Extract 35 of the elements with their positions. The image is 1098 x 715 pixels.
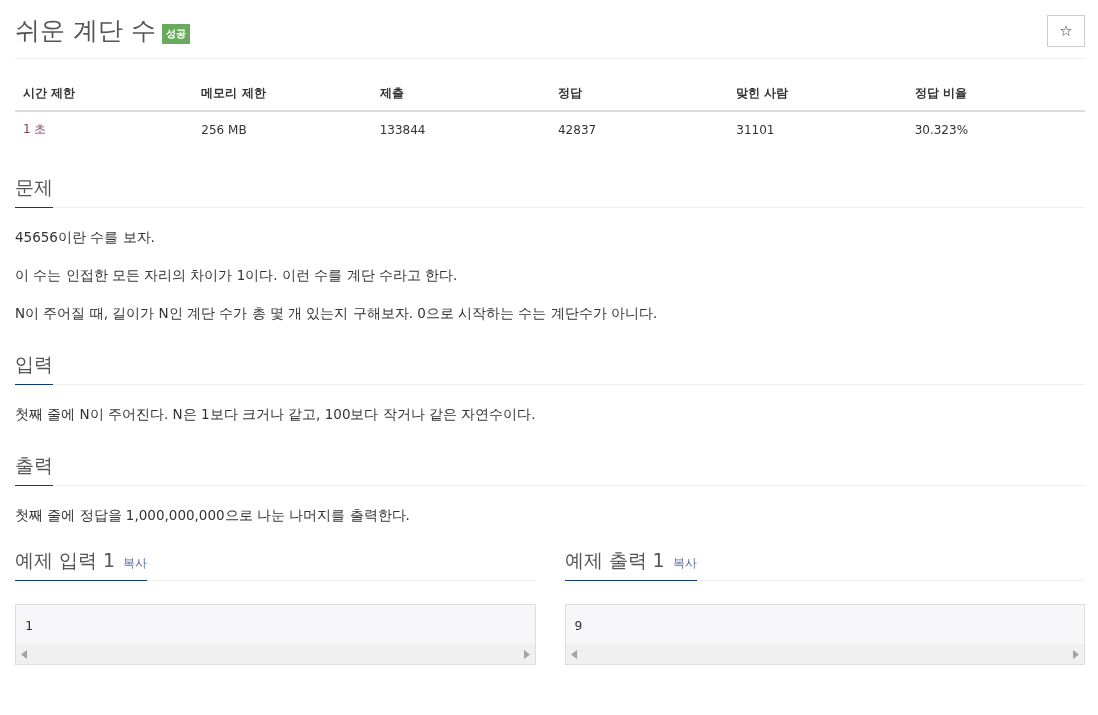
table-cell: 1 초 [15, 111, 194, 147]
star-button[interactable]: ☆ [1047, 14, 1085, 47]
paragraph: 첫째 줄에 N이 주어진다. N은 1보다 크거나 같고, 100보다 작거나 같은 자연수이다. [15, 405, 537, 423]
column-header: 맞힌 사람 [728, 77, 907, 111]
column-header: 정답 [550, 77, 729, 111]
column-header: 메모리 제한 [193, 77, 372, 111]
column-header: 시간 제한 [15, 77, 194, 111]
table-cell: 30.323% [906, 111, 1085, 147]
table-cell: 42837 [550, 111, 729, 147]
table-cell: 256 MB [193, 111, 372, 147]
sample-text: 1 [24, 617, 34, 635]
column-header: 제출 [371, 77, 550, 111]
copy-link[interactable]: 복사 [672, 555, 697, 572]
paragraph: 첫째 줄에 정답을 1,000,000,000으로 나눈 나머지를 출력한다. [15, 506, 411, 524]
sample-title: 예제 입력 1 [15, 548, 116, 573]
section-heading: 출력 [15, 453, 53, 486]
paragraph: 45656이란 수를 보자. [15, 228, 156, 246]
paragraph: 이 수는 인접한 모든 자리의 차이가 1이다. 이런 수를 계단 수라고 한다. [15, 266, 459, 284]
horizontal-scrollbar[interactable] [565, 644, 1084, 664]
paragraph: N이 주어질 때, 길이가 N인 계단 수가 총 몇 개 있는지 구해보자. 0으로 시작하는 수는 계단수가 아니다. [15, 304, 659, 322]
section-heading: 입력 [15, 352, 53, 385]
horizontal-scrollbar[interactable] [16, 644, 535, 664]
table-cell: 31101 [728, 111, 907, 147]
sample-title: 예제 출력 1 [564, 548, 665, 573]
right-arrow-icon[interactable] [1073, 649, 1079, 659]
table-cell: 133844 [371, 111, 550, 147]
section-heading: 문제 [15, 175, 53, 208]
sample-text: 9 [573, 617, 584, 635]
left-arrow-icon[interactable] [21, 649, 27, 659]
status-badge: 성공 [161, 24, 190, 44]
copy-link[interactable]: 복사 [123, 555, 148, 572]
right-arrow-icon[interactable] [523, 649, 530, 659]
column-header: 정답 비율 [906, 77, 1085, 111]
problem-title: 쉬운 계단 수 [15, 15, 156, 47]
left-arrow-icon[interactable] [570, 649, 577, 659]
